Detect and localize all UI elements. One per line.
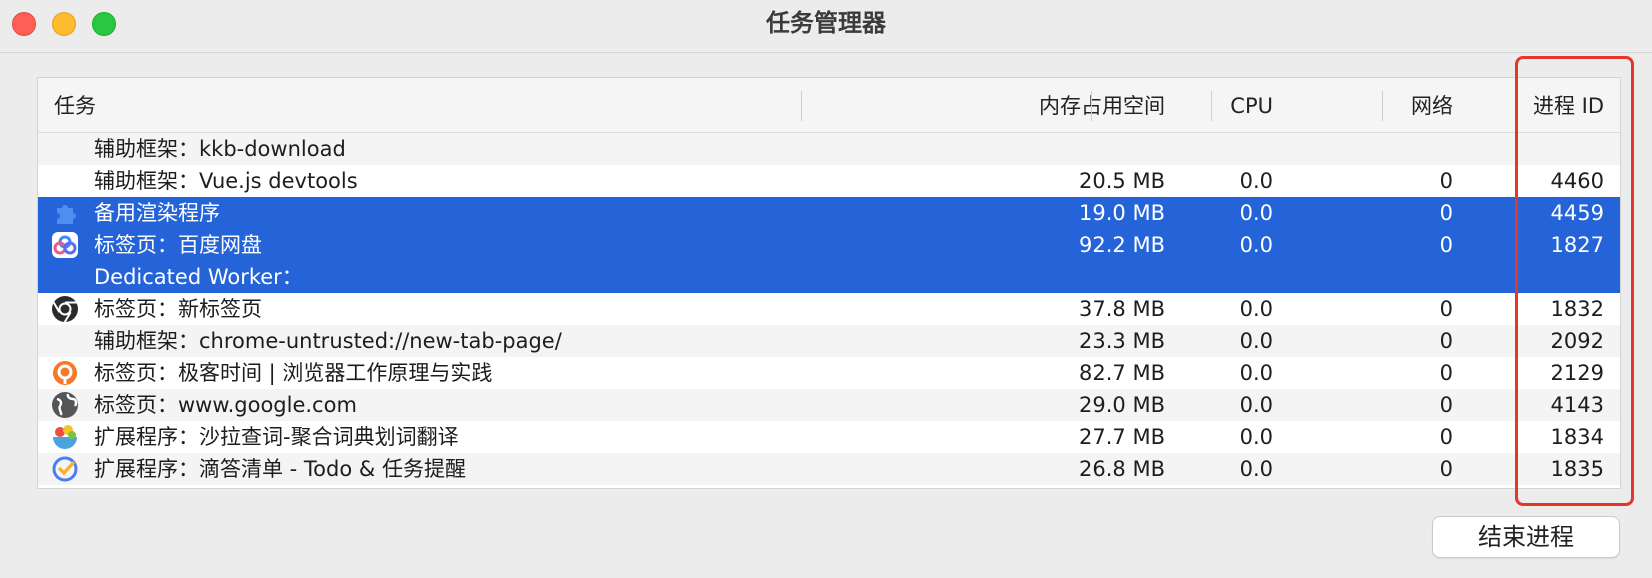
cpu-value: 0.0 [1239,201,1273,225]
column-header-task[interactable]: 任务 [54,78,96,133]
title-bar: 任务管理器 [0,0,1652,53]
memory-value: 82.7 MB [1079,361,1165,385]
column-separator[interactable] [1382,91,1383,121]
cpu-value: 0.0 [1239,457,1273,481]
task-name: 辅助框架：chrome-untrusted://new-tab-page/ [94,329,562,353]
cpu-value: 0.0 [1239,329,1273,353]
network-value: 0 [1439,233,1453,257]
memory-value: 29.0 MB [1079,393,1165,417]
table-row[interactable]: 扩展程序：沙拉查词-聚合词典划词翻译 27.7 MB 0.0 0 1834 [38,421,1620,453]
table-row[interactable]: 辅助框架：kkb-download [38,133,1620,165]
column-separator[interactable] [801,91,802,121]
table-row[interactable]: 备用渲染程序 19.0 MB 0.0 0 4459 [38,197,1620,229]
window-title: 任务管理器 [766,9,886,37]
geektime-icon [51,359,79,387]
task-name: 标签页：新标签页 [94,297,262,321]
table-row[interactable]: 标签页：极客时间 | 浏览器工作原理与实践 82.7 MB 0.0 0 2129 [38,357,1620,389]
network-value: 0 [1439,169,1453,193]
memory-value: 20.5 MB [1079,169,1165,193]
globe-icon [51,391,79,419]
network-value: 0 [1439,393,1453,417]
task-name: 扩展程序：沙拉查词-聚合词典划词翻译 [94,425,459,449]
column-separator[interactable] [1211,91,1212,121]
ticktick-icon [51,455,79,483]
salad-dict-icon [51,423,79,451]
task-name: 辅助框架：kkb-download [94,137,346,161]
table-row[interactable]: Dedicated Worker： [38,261,1620,293]
task-name: 标签页：百度网盘 [94,233,262,257]
task-name: 标签页：www.google.com [94,393,357,417]
table-row[interactable]: 标签页：www.google.com 29.0 MB 0.0 0 4143 [38,389,1620,421]
task-name: 备用渲染程序 [94,201,220,225]
table-header: 任务 内存占用空间 CPU 网络 进程 ID [38,78,1620,133]
baidu-netdisk-icon [51,231,79,259]
memory-value: 37.8 MB [1079,297,1165,321]
puzzle-icon [51,199,79,227]
memory-value: 23.3 MB [1079,329,1165,353]
column-separator[interactable] [1091,91,1092,121]
table-row[interactable]: 标签页：新标签页 37.8 MB 0.0 0 1832 [38,293,1620,325]
network-value: 0 [1439,201,1453,225]
chrome-icon [51,295,79,323]
task-table: 任务 内存占用空间 CPU 网络 进程 ID 辅助框架：kkb-download… [37,77,1621,489]
memory-value: 27.7 MB [1079,425,1165,449]
cpu-value: 0.0 [1239,393,1273,417]
task-name: Dedicated Worker： [94,265,303,289]
column-header-network[interactable]: 网络 [1411,78,1453,133]
task-name: 标签页：极客时间 | 浏览器工作原理与实践 [94,361,493,385]
network-value: 0 [1439,297,1453,321]
task-list: 辅助框架：kkb-download 辅助框架：Vue.js devtools 20.… [38,133,1620,485]
table-row[interactable]: 扩展程序：滴答清单 - Todo & 任务提醒 26.8 MB 0.0 0 1835 [38,453,1620,485]
task-name: 辅助框架：Vue.js devtools [94,169,358,193]
table-row[interactable]: 辅助框架：chrome-untrusted://new-tab-page/23.… [38,325,1620,357]
memory-value: 92.2 MB [1079,233,1165,257]
table-row[interactable]: 标签页：百度网盘 92.2 MB 0.0 0 1827 [38,229,1620,261]
table-row[interactable]: 辅助框架：Vue.js devtools 20.5 MB 0.0 0 4460 [38,165,1620,197]
network-value: 0 [1439,425,1453,449]
network-value: 0 [1439,329,1453,353]
network-value: 0 [1439,457,1453,481]
cpu-value: 0.0 [1239,361,1273,385]
task-name: 扩展程序：滴答清单 - Todo & 任务提醒 [94,457,466,481]
cpu-value: 0.0 [1239,425,1273,449]
pid-column-highlight [1515,56,1634,506]
memory-value: 26.8 MB [1079,457,1165,481]
cpu-value: 0.0 [1239,233,1273,257]
end-process-button[interactable]: 结束进程 [1432,516,1620,558]
cpu-value: 0.0 [1239,297,1273,321]
network-value: 0 [1439,361,1453,385]
column-header-memory[interactable]: 内存占用空间 [1039,78,1165,133]
column-header-cpu[interactable]: CPU [1230,78,1273,133]
cpu-value: 0.0 [1239,169,1273,193]
memory-value: 19.0 MB [1079,201,1165,225]
